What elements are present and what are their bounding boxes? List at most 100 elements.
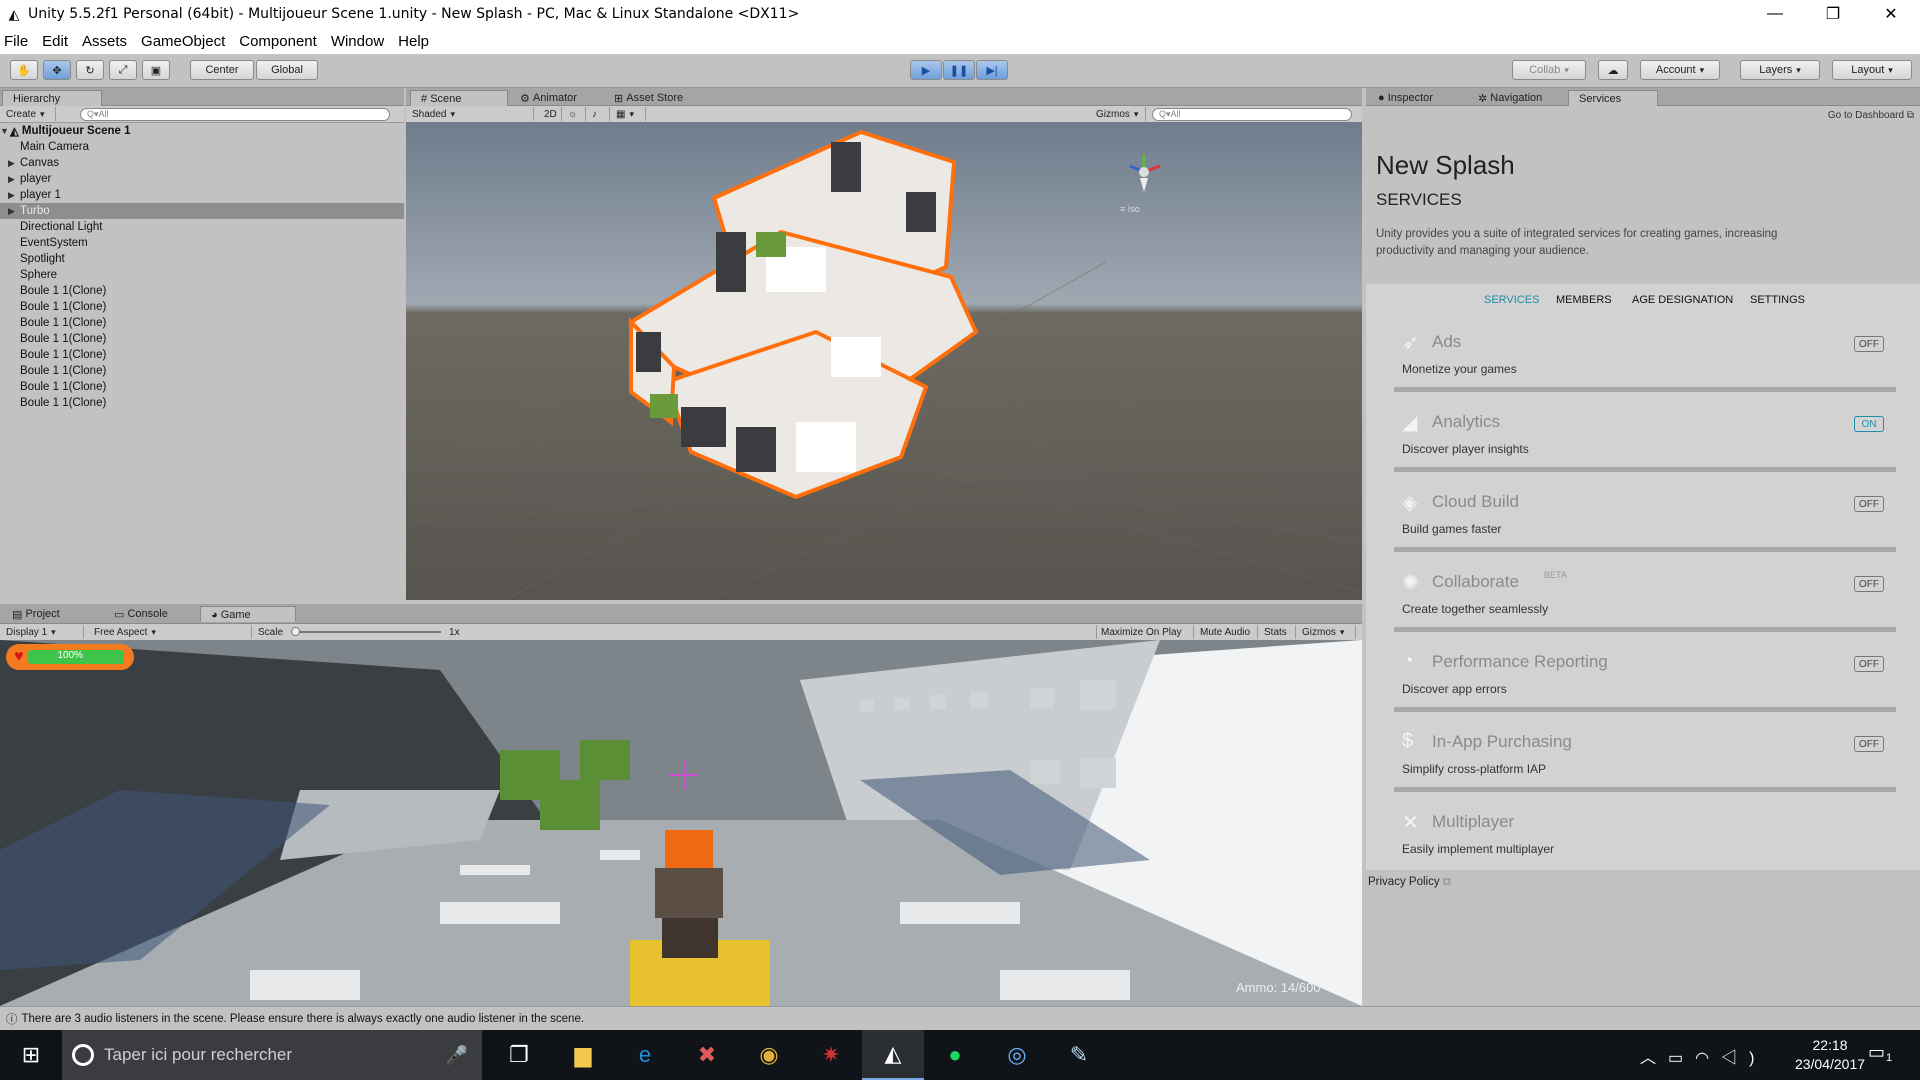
expand-arrow-icon[interactable]: ▶ <box>8 206 18 217</box>
stats-toggle[interactable]: Stats <box>1260 625 1296 639</box>
hierarchy-item[interactable]: ▶ Turbo <box>0 203 404 219</box>
hierarchy-item[interactable]: Boule 1 1(Clone) <box>0 299 404 315</box>
clock[interactable]: 22:18 23/04/2017 <box>1790 1036 1870 1074</box>
tab-console[interactable]: ▭ Console <box>104 606 194 622</box>
hierarchy-item[interactable]: Boule 1 1(Clone) <box>0 283 404 299</box>
service-card[interactable]: ◈ Cloud Build Build games faster OFF <box>1394 480 1896 552</box>
status-bar[interactable]: ⓘ There are 3 audio listeners in the sce… <box>0 1006 1920 1030</box>
game-viewport[interactable]: ♥ 100% Ammo: 14/600 <box>0 640 1362 1006</box>
hierarchy-item[interactable]: ▶ player 1 <box>0 187 404 203</box>
collab-dropdown[interactable]: Collab <box>1512 60 1586 80</box>
tab-scene[interactable]: # Scene <box>410 90 508 106</box>
display-dropdown[interactable]: Display 1 <box>2 625 84 639</box>
shading-dropdown[interactable]: Shaded <box>408 107 534 121</box>
notifications-button[interactable]: ▭ 1 <box>1868 1042 1898 1068</box>
scale-thumb[interactable] <box>291 627 301 636</box>
tab-asset-store[interactable]: ⊞ Asset Store <box>604 90 704 106</box>
lighting-toggle[interactable]: ☼ <box>564 107 586 121</box>
aspect-dropdown[interactable]: Free Aspect <box>90 625 252 639</box>
effects-dropdown[interactable]: ▦ <box>612 107 646 121</box>
service-card[interactable]: $ In-App Purchasing Simplify cross-platfor… <box>1394 720 1896 792</box>
paint-button[interactable]: ✎ <box>1048 1030 1110 1080</box>
service-card[interactable]: ➶ Ads Monetize your games OFF <box>1394 320 1896 392</box>
hierarchy-item[interactable]: Spotlight <box>0 251 404 267</box>
menu-component[interactable]: Component <box>239 33 317 50</box>
subtab-age-designation[interactable]: AGE DESIGNATION <box>1632 294 1733 306</box>
expand-arrow-icon[interactable]: ▶ <box>8 158 18 169</box>
go-to-dashboard-link[interactable]: Go to Dashboard ⧉ <box>1828 110 1914 121</box>
scene-viewport[interactable]: ≡ Iso <box>406 122 1362 600</box>
cloud-button[interactable]: ☁ <box>1598 60 1628 80</box>
hierarchy-item[interactable]: ▶ player <box>0 171 404 187</box>
layers-dropdown[interactable]: Layers <box>1740 60 1820 80</box>
hierarchy-item[interactable]: Directional Light <box>0 219 404 235</box>
service-toggle[interactable]: ON <box>1854 416 1884 432</box>
rect-tool-button[interactable]: ▣ <box>142 60 170 80</box>
hierarchy-item[interactable]: ▶ Canvas <box>0 155 404 171</box>
account-dropdown[interactable]: Account <box>1640 60 1720 80</box>
tab-hierarchy[interactable]: Hierarchy <box>2 90 102 106</box>
subtab-services[interactable]: SERVICES <box>1484 294 1539 306</box>
play-button[interactable]: ▶ <box>910 60 942 80</box>
hierarchy-item[interactable]: Boule 1 1(Clone) <box>0 331 404 347</box>
menu-gameobject[interactable]: GameObject <box>141 33 225 50</box>
expand-arrow-icon[interactable]: ▶ <box>8 190 18 201</box>
scale-tool-button[interactable]: ⤢ <box>109 60 137 80</box>
projection-label[interactable]: ≡ Iso <box>1120 204 1140 214</box>
service-card[interactable]: ✺ Collaborate BETA Create together seamless… <box>1394 560 1896 632</box>
scene-root-item[interactable]: ▼ ◭ Multijoueur Scene 1 <box>0 123 404 139</box>
hierarchy-item[interactable]: Boule 1 1(Clone) <box>0 395 404 411</box>
service-card[interactable]: ✕ Multiplayer Easily implement multiplayer <box>1394 800 1896 872</box>
subtab-members[interactable]: MEMBERS <box>1556 294 1612 306</box>
pause-button[interactable]: ❚❚ <box>943 60 975 80</box>
tab-project[interactable]: ▤ Project <box>2 606 92 622</box>
close-button[interactable]: ✕ <box>1862 0 1920 28</box>
menu-help[interactable]: Help <box>398 33 429 50</box>
scene-gizmos-dropdown[interactable]: Gizmos <box>1092 107 1146 121</box>
edge-button[interactable]: e <box>614 1030 676 1080</box>
expand-arrow-icon[interactable]: ▶ <box>8 174 18 185</box>
unity-taskbar-button[interactable]: ◭ <box>862 1030 924 1080</box>
hand-tool-button[interactable]: ✋ <box>10 60 38 80</box>
chrome-button[interactable]: ◉ <box>738 1030 800 1080</box>
hierarchy-item[interactable]: Main Camera <box>0 139 404 155</box>
pivot-global-button[interactable]: Global <box>256 60 318 80</box>
2d-toggle[interactable]: 2D <box>540 107 562 121</box>
tab-animator[interactable]: ⚙ Animator <box>510 90 600 106</box>
scene-search-input[interactable]: Q▾All <box>1152 108 1352 121</box>
xampp-button[interactable]: ✖ <box>676 1030 738 1080</box>
service-toggle[interactable]: OFF <box>1854 336 1884 352</box>
minimize-button[interactable]: — <box>1746 0 1804 28</box>
tab-game[interactable]: ◕ Game <box>200 606 296 622</box>
maximize-on-play-toggle[interactable]: Maximize On Play <box>1096 625 1194 639</box>
hierarchy-item[interactable]: Sphere <box>0 267 404 283</box>
mute-audio-toggle[interactable]: Mute Audio <box>1196 625 1258 639</box>
service-toggle[interactable]: OFF <box>1854 656 1884 672</box>
tab-inspector[interactable]: ● Inspector <box>1368 90 1468 106</box>
tab-services[interactable]: Services <box>1568 90 1658 106</box>
hierarchy-search-input[interactable]: Q▾All <box>80 108 390 121</box>
hierarchy-item[interactable]: Boule 1 1(Clone) <box>0 379 404 395</box>
rotate-tool-button[interactable]: ↻ <box>76 60 104 80</box>
menu-assets[interactable]: Assets <box>82 33 127 50</box>
hierarchy-item[interactable]: Boule 1 1(Clone) <box>0 315 404 331</box>
hierarchy-create-dropdown[interactable]: Create <box>2 107 56 121</box>
service-card[interactable]: ◢ Analytics Discover player insights ON <box>1394 400 1896 472</box>
menu-file[interactable]: File <box>4 33 28 50</box>
system-tray[interactable]: ︿▭◠◁) <box>1640 1044 1766 1068</box>
service-toggle[interactable]: OFF <box>1854 736 1884 752</box>
start-button[interactable]: ⊞ <box>0 1030 62 1080</box>
taskbar-search-box[interactable]: Taper ici pour rechercher 🎤 <box>62 1030 482 1080</box>
file-explorer-button[interactable]: ▆ <box>552 1030 614 1080</box>
hierarchy-item[interactable]: EventSystem <box>0 235 404 251</box>
privacy-policy-link[interactable]: Privacy Policy ⧉ <box>1368 876 1451 889</box>
subtab-settings[interactable]: SETTINGS <box>1750 294 1805 306</box>
hierarchy-item[interactable]: Boule 1 1(Clone) <box>0 347 404 363</box>
move-tool-button[interactable]: ✥ <box>43 60 71 80</box>
step-button[interactable]: ▶| <box>976 60 1008 80</box>
service-card[interactable]: ◔ Performance Reporting Discover app error… <box>1394 640 1896 712</box>
tab-navigation[interactable]: ✲ Navigation <box>1468 90 1568 106</box>
pivot-center-button[interactable]: Center <box>190 60 254 80</box>
task-view-button[interactable]: ❐ <box>488 1030 550 1080</box>
app2-button[interactable]: ◎ <box>986 1030 1048 1080</box>
